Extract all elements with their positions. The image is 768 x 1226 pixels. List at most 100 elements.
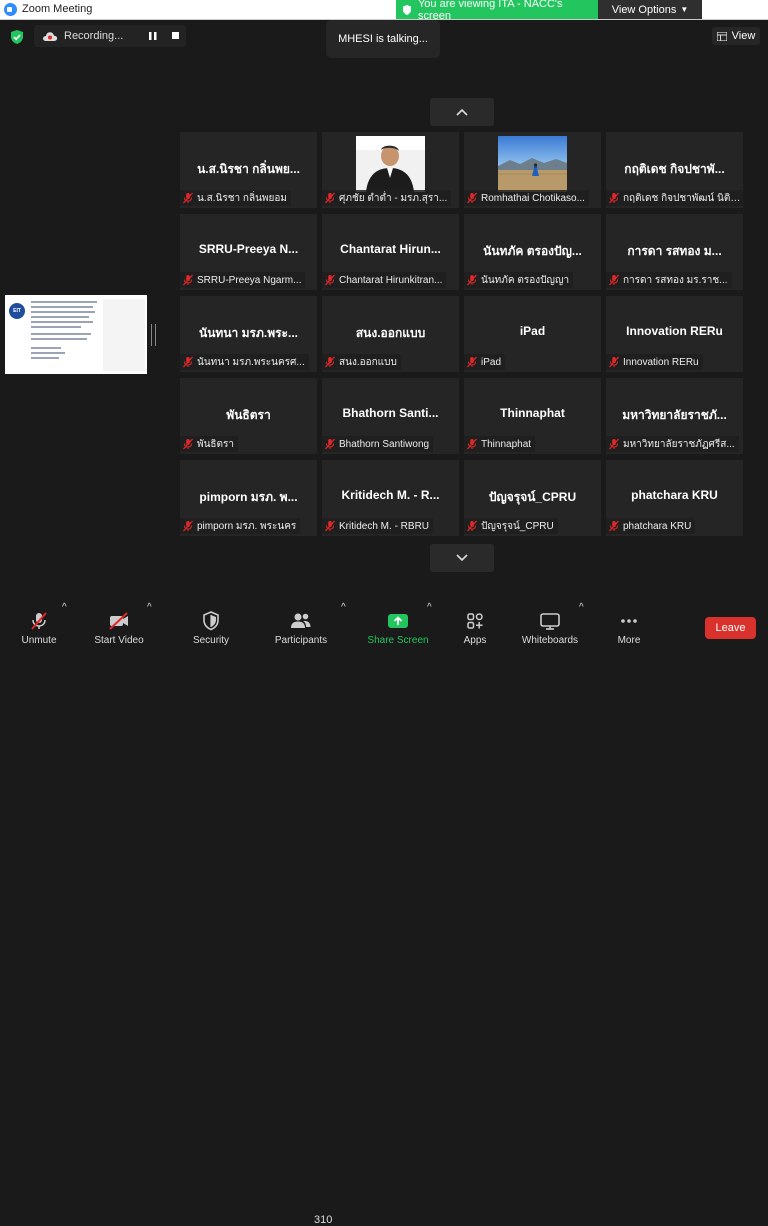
unmute-label: Unmute (21, 635, 57, 646)
security-label: Security (192, 635, 230, 646)
security-button[interactable]: Security (186, 602, 236, 652)
video-options-caret[interactable]: ^ (147, 602, 152, 613)
participant-name-label: ศุภชัย ตำต่ำ - มรภ.สุรา... (339, 192, 448, 204)
participant-tile[interactable]: ศุภชัย ตำต่ำ - มรภ.สุรา... (322, 132, 459, 208)
leave-button[interactable]: Leave (705, 617, 756, 639)
participant-nameplate: Innovation RERu (606, 354, 703, 370)
doc-line (31, 301, 97, 303)
split-resize-handle[interactable] (151, 324, 156, 346)
participant-tile[interactable]: Chantarat Hirun... Chantarat Hirunkitran.… (322, 214, 459, 290)
participant-nameplate: นันทภัค ตรองปัญญา (464, 272, 574, 288)
view-button[interactable]: View (712, 27, 760, 45)
chevron-up-icon (456, 108, 468, 116)
recording-bar: Recording... (34, 25, 186, 47)
audio-options-caret[interactable]: ^ (62, 602, 67, 613)
participant-display-name: pimporn มรภ. พ... (199, 490, 298, 504)
participant-display-name: Bhathorn Santi... (342, 406, 439, 420)
participant-display-name: น.ส.นิรชา กลิ่นพย... (197, 162, 300, 176)
participant-tile[interactable]: Romhathai Chotikaso... (464, 132, 601, 208)
whiteboards-button[interactable]: Whiteboards (518, 602, 582, 652)
stop-icon[interactable] (172, 32, 179, 39)
participant-tile[interactable]: phatchara KRU phatchara KRU (606, 460, 743, 536)
participant-display-name: การดา รสทอง ม... (627, 244, 722, 258)
apps-label: Apps (463, 635, 487, 646)
doc-line (31, 357, 59, 359)
participant-nameplate: ศุภชัย ตำต่ำ - มรภ.สุรา... (322, 190, 452, 206)
participant-tile[interactable]: นันทนา มรภ.พระ... นันทนา มรภ.พระนครศ... (180, 296, 317, 372)
mic-muted-icon (325, 520, 335, 532)
participants-options-caret[interactable]: ^ (341, 602, 346, 613)
shared-screen-thumbnail[interactable]: EIT (5, 295, 147, 374)
participant-nameplate: ปัญจรุจน์_CPRU (464, 518, 558, 534)
participant-tile[interactable]: น.ส.นิรชา กลิ่นพย... น.ส.นิรชา กลิ่นพยอม (180, 132, 317, 208)
unmute-button[interactable]: Unmute (14, 602, 64, 652)
chevron-down-icon (456, 554, 468, 562)
pause-icon[interactable] (149, 32, 157, 40)
participant-display-name: สนง.ออกแบบ (355, 326, 426, 340)
mic-muted-icon (467, 520, 477, 532)
participant-tile[interactable]: pimporn มรภ. พ... pimporn มรภ. พระนคร (180, 460, 317, 536)
participant-tile[interactable]: กฤติเดช กิจปชาพั... กฤติเดช กิจปชาพัฒน์ น… (606, 132, 743, 208)
participant-tile[interactable]: Bhathorn Santi... Bhathorn Santiwong (322, 378, 459, 454)
security-shield-icon[interactable] (9, 29, 25, 45)
participant-tile[interactable]: มหาวิทยาลัยราชภั... มหาวิทยาลัยราชภัฏศรีส… (606, 378, 743, 454)
view-options-button[interactable]: View Options ▼ (598, 0, 702, 19)
doc-line (31, 306, 93, 308)
mic-muted-icon (325, 438, 335, 450)
mic-muted-icon (325, 192, 335, 204)
start-video-button[interactable]: Start Video (88, 602, 150, 652)
participant-name-label: SRRU-Preeya Ngarm... (197, 274, 302, 286)
participant-display-name: Kritidech M. - R... (341, 488, 440, 502)
participant-display-name: iPad (519, 324, 546, 338)
gallery-page-down-button[interactable] (430, 544, 494, 572)
share-screen-button[interactable]: Share Screen (364, 602, 432, 652)
participant-nameplate: Romhathai Chotikaso... (464, 190, 589, 206)
participant-tile[interactable]: พันธิตรา พันธิตรา (180, 378, 317, 454)
participant-display-name: ปัญจรุจน์_CPRU (488, 490, 577, 504)
participants-button[interactable]: Participants (270, 602, 332, 652)
participant-nameplate: พันธิตรา (180, 436, 239, 452)
doc-line (31, 338, 87, 340)
view-label: View (731, 30, 756, 42)
participants-label: Participants (274, 635, 328, 646)
participant-nameplate: SRRU-Preeya Ngarm... (180, 272, 306, 288)
apps-icon (467, 613, 483, 629)
mic-muted-icon (183, 356, 193, 368)
participant-display-name: SRRU-Preeya N... (198, 242, 299, 256)
participant-tile[interactable]: Thinnaphat Thinnaphat (464, 378, 601, 454)
view-options-label: View Options (611, 3, 677, 16)
participant-display-name: Innovation RERu (626, 324, 723, 338)
participant-display-name: phatchara KRU (631, 488, 718, 502)
participant-tile[interactable]: นันทภัค ตรองปัญ... นันทภัค ตรองปัญญา (464, 214, 601, 290)
mic-muted-icon (609, 274, 619, 286)
participant-name-label: Innovation RERu (623, 356, 699, 368)
grid-view-icon (716, 31, 727, 41)
participant-name-label: มหาวิทยาลัยราชภัฏศรีส... (623, 438, 735, 450)
whiteboard-icon (540, 613, 560, 630)
share-options-caret[interactable]: ^ (427, 602, 432, 613)
more-button[interactable]: More (610, 602, 648, 652)
talking-text: MHESI is talking... (338, 33, 428, 45)
participant-nameplate: นันทนา มรภ.พระนครศ... (180, 354, 309, 370)
participant-tile[interactable]: SRRU-Preeya N... SRRU-Preeya Ngarm... (180, 214, 317, 290)
apps-button[interactable]: Apps (456, 602, 494, 652)
participant-tile[interactable]: iPad iPad (464, 296, 601, 372)
participant-tile[interactable]: Kritidech M. - R... Kritidech M. - RBRU (322, 460, 459, 536)
participant-tile[interactable]: Innovation RERu Innovation RERu (606, 296, 743, 372)
whiteboard-options-caret[interactable]: ^ (579, 602, 584, 613)
participant-display-name: นันทนา มรภ.พระ... (199, 326, 298, 340)
participant-name-label: นันทนา มรภ.พระนครศ... (197, 356, 305, 368)
share-screen-icon (388, 614, 408, 628)
active-speaker-indicator: MHESI is talking... (326, 20, 440, 58)
mic-muted-icon (467, 438, 477, 450)
gallery-page-up-button[interactable] (430, 98, 494, 126)
participant-name-label: phatchara KRU (623, 520, 692, 532)
participant-video (498, 136, 567, 192)
participant-tile[interactable]: ปัญจรุจน์_CPRU ปัญจรุจน์_CPRU (464, 460, 601, 536)
doc-line (31, 333, 91, 335)
mic-muted-icon (467, 192, 477, 204)
participant-tile[interactable]: การดา รสทอง ม... การดา รสทอง มร.ราช... (606, 214, 743, 290)
participant-name-label: Kritidech M. - RBRU (339, 520, 430, 532)
more-dots-icon (621, 619, 637, 623)
participant-tile[interactable]: สนง.ออกแบบ สนง.ออกแบบ (322, 296, 459, 372)
